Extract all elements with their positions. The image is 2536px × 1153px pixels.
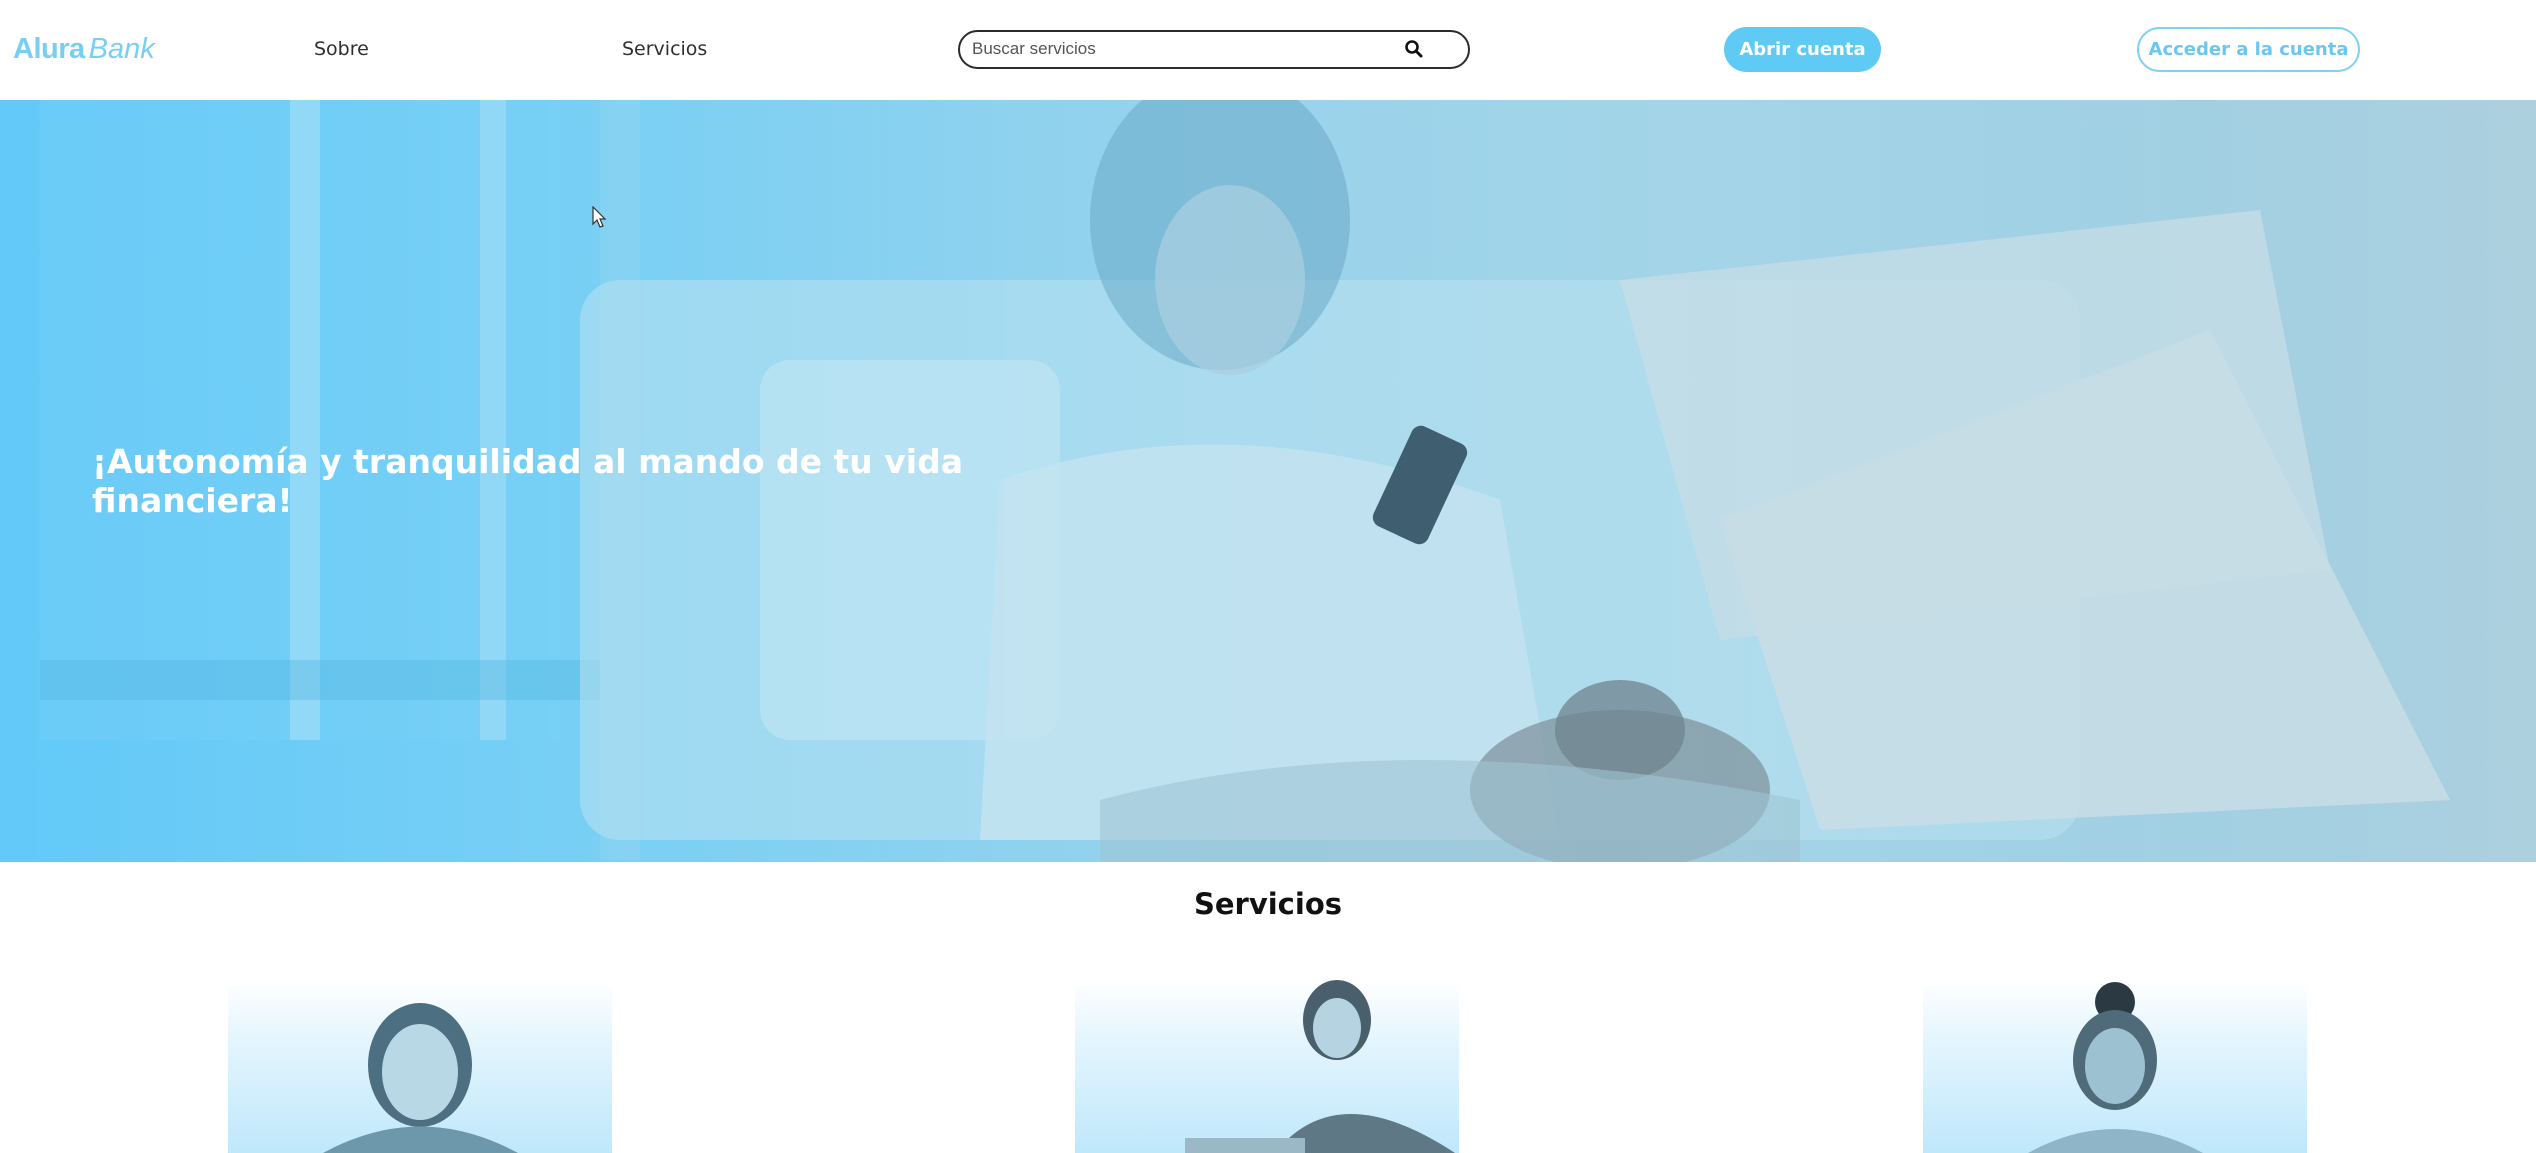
smiling-woman-photo	[2028, 982, 2203, 1153]
open-account-button[interactable]: Abrir cuenta	[1724, 27, 1881, 72]
nav-link-servicios[interactable]: Servicios	[622, 36, 707, 62]
service-card-3[interactable]	[1923, 980, 2307, 1153]
logo-text-bold: Alura	[13, 33, 85, 65]
service-card-1[interactable]	[228, 980, 612, 1153]
top-navbar: AluraBank Sobre Servicios Abrir cuenta A…	[0, 0, 2536, 100]
search-box	[958, 30, 1470, 69]
services-section-title: Servicios	[1193, 887, 1343, 921]
hero-banner: ¡Autonomía y tranquilidad al mando de tu…	[0, 100, 2536, 862]
nav-link-sobre[interactable]: Sobre	[314, 36, 369, 62]
logo-text-italic: Bank	[88, 33, 155, 65]
man-with-card-photo	[1185, 980, 1455, 1153]
access-account-button[interactable]: Acceder a la cuenta	[2137, 27, 2360, 72]
search-input[interactable]	[972, 36, 1392, 62]
alurabank-logo[interactable]: Alura Bank	[13, 31, 155, 67]
hero-title: ¡Autonomía y tranquilidad al mando de tu…	[92, 442, 963, 520]
smiling-woman-photo	[323, 1003, 518, 1153]
search-icon[interactable]	[1400, 36, 1428, 62]
service-card-2[interactable]	[1075, 980, 1459, 1153]
